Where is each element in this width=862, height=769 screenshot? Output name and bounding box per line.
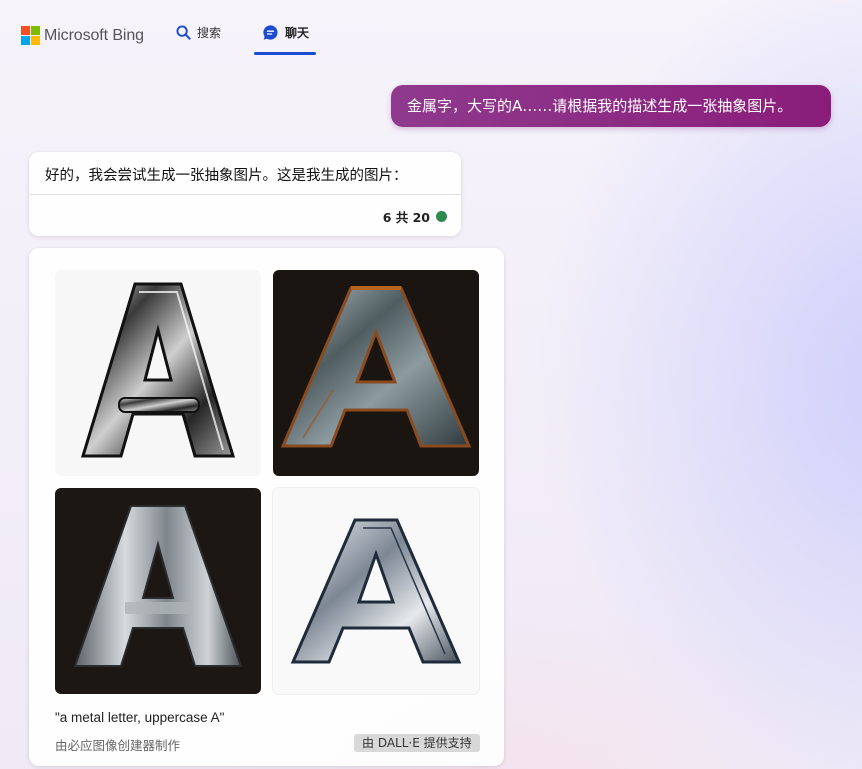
status-dot-icon xyxy=(436,211,447,222)
tab-chat-label: 聊天 xyxy=(285,26,310,40)
steel-letter-a-image xyxy=(73,505,243,667)
bot-message-card: 好的，我会尝试生成一张抽象图片。这是我生成的图片： 6 共 20 xyxy=(29,152,461,236)
generated-image-4[interactable] xyxy=(273,488,479,694)
user-message-bubble: 金属字，大写的A……请根据我的描述生成一张抽象图片。 xyxy=(391,85,831,127)
tab-search-label: 搜索 xyxy=(197,26,222,40)
turn-counter: 6 共 20 xyxy=(383,207,447,226)
bing-logo[interactable]: Microsoft Bing xyxy=(21,26,144,45)
image-result-card: "a metal letter, uppercase A" 由必应图像创建器制作… xyxy=(29,248,504,766)
brand-name: Microsoft Bing xyxy=(44,26,144,44)
tab-chat[interactable]: 聊天 xyxy=(262,24,309,41)
microsoft-logo-icon xyxy=(21,26,40,45)
search-icon xyxy=(176,25,191,40)
rusty-letter-a-image xyxy=(280,286,472,448)
bot-message-divider xyxy=(29,194,461,195)
tab-search[interactable]: 搜索 xyxy=(176,24,221,41)
metal-letter-a-image xyxy=(80,282,236,458)
image-prompt-text: "a metal letter, uppercase A" xyxy=(55,710,225,725)
generated-image-1[interactable] xyxy=(55,270,261,476)
outline-letter-a-image xyxy=(290,518,462,664)
image-creator-credit[interactable]: 由必应图像创建器制作 xyxy=(55,735,180,754)
generated-image-2[interactable] xyxy=(273,270,479,476)
bot-message-text: 好的，我会尝试生成一张抽象图片。这是我生成的图片： xyxy=(45,168,408,184)
dalle-powered-badge: 由 DALL·E 提供支持 xyxy=(354,734,480,752)
chat-icon xyxy=(263,25,278,40)
generated-image-3[interactable] xyxy=(55,488,261,694)
active-tab-indicator xyxy=(254,52,316,55)
turn-counter-text: 6 共 20 xyxy=(382,210,430,225)
